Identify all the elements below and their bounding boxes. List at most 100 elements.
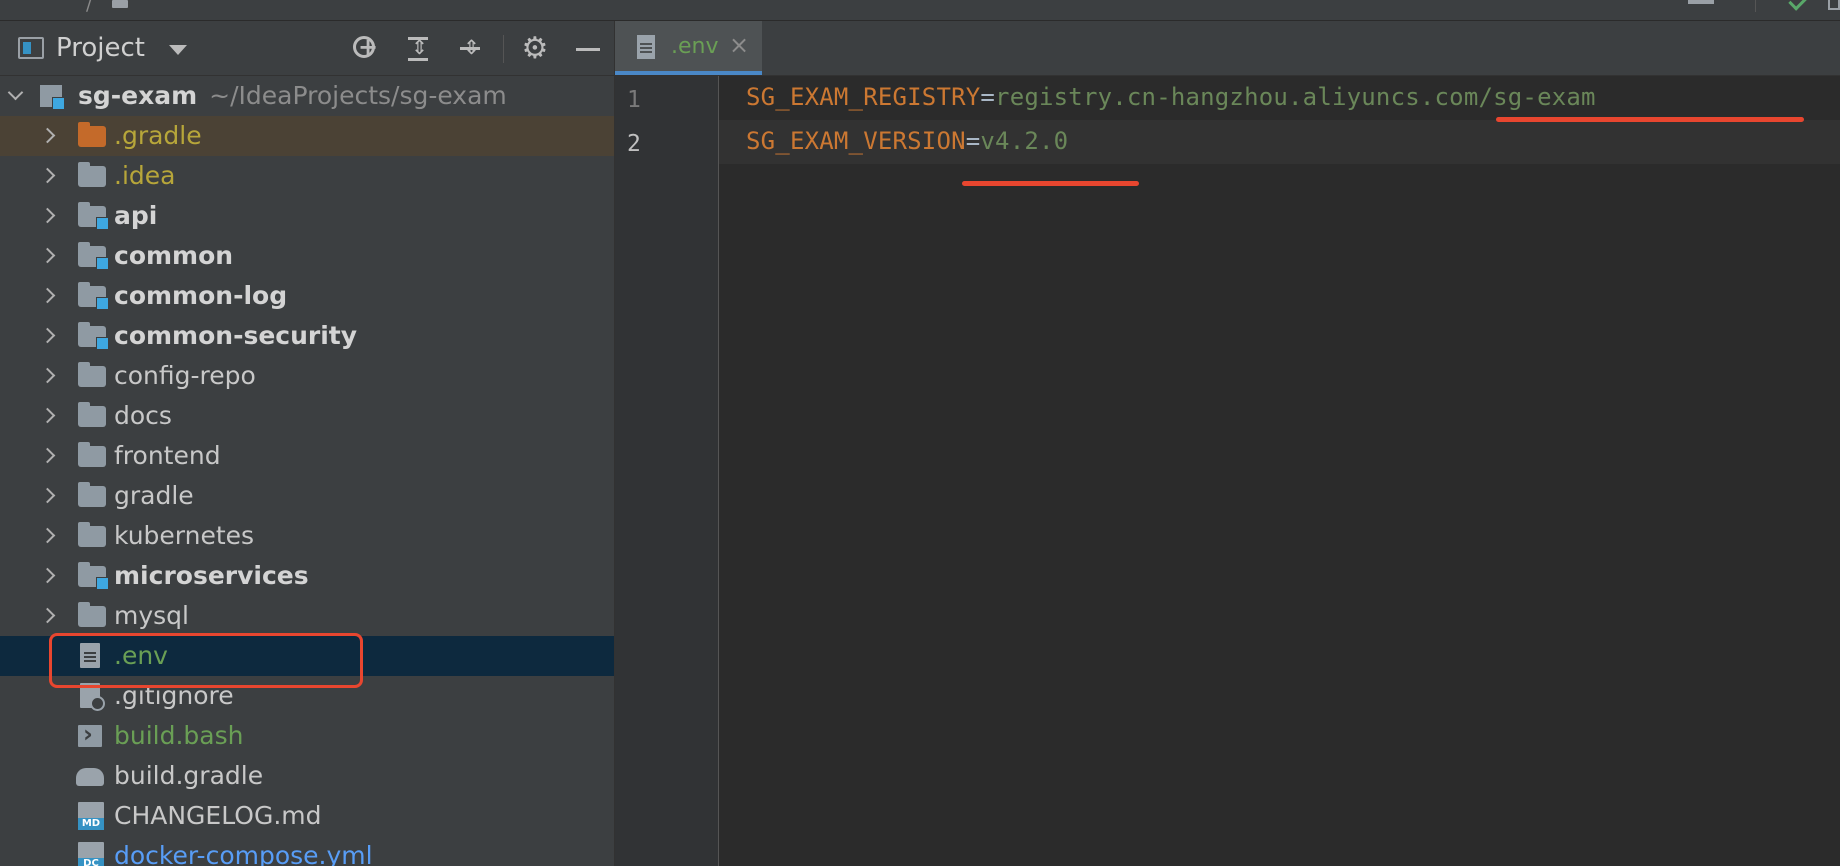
editor-tab-bar: .env × xyxy=(615,21,1840,76)
tree-item-gradle[interactable]: gradle xyxy=(0,476,614,516)
tree-item-label: kubernetes xyxy=(114,521,255,550)
tree-item-label: build.bash xyxy=(114,721,244,750)
tree-item-common-security[interactable]: common-security xyxy=(0,316,614,356)
tree-item-label: common-security xyxy=(114,321,358,350)
tree-item-label: .idea xyxy=(114,161,176,190)
annotation-underline xyxy=(962,181,1139,186)
tree-item-docker-compose[interactable]: docker-compose.yml xyxy=(0,836,614,866)
tree-item-frontend[interactable]: frontend xyxy=(0,436,614,476)
tree-item-label: docs xyxy=(114,401,172,430)
tab-env[interactable]: .env × xyxy=(615,21,762,75)
chevron-right-icon[interactable] xyxy=(39,247,56,264)
close-icon[interactable]: × xyxy=(729,31,749,59)
header-divider xyxy=(503,35,504,63)
tree-item-label: frontend xyxy=(114,441,221,470)
env-key: SG_EXAM_VERSION xyxy=(746,127,966,155)
code-line-2[interactable]: SG_EXAM_VERSION=v4.2.0 xyxy=(746,127,1068,155)
gradle-elephant-icon xyxy=(76,768,104,786)
module-folder-icon xyxy=(78,562,109,590)
tree-root-sg-exam[interactable]: sg-exam ~/IdeaProjects/sg-exam xyxy=(0,76,614,116)
tree-item-common[interactable]: common xyxy=(0,236,614,276)
chevron-right-icon[interactable] xyxy=(39,447,56,464)
gear-icon[interactable]: ⚙ xyxy=(518,32,552,66)
line-number-gutter: 1 2 xyxy=(615,76,719,866)
tree-item-label: .gradle xyxy=(114,121,202,150)
env-equals: = xyxy=(980,83,996,111)
tree-item-label: config-repo xyxy=(114,361,256,390)
tree-item-microservices[interactable]: microservices xyxy=(0,556,614,596)
chevron-down-icon[interactable] xyxy=(7,84,24,101)
project-panel-title[interactable]: Project xyxy=(56,33,145,63)
ignore-file-icon xyxy=(80,683,105,711)
folder-icon xyxy=(78,602,106,627)
project-panel-header: Project ⇕ ⇕ ⚙ xyxy=(0,21,614,76)
annotation-underline xyxy=(1496,117,1804,122)
tree-item-label: CHANGELOG.md xyxy=(114,801,322,830)
folder-icon xyxy=(78,402,106,427)
tab-label: .env xyxy=(671,34,719,59)
breadcrumb-file-icon[interactable] xyxy=(112,0,128,8)
project-tree: sg-exam ~/IdeaProjects/sg-exam .gradle .i… xyxy=(0,76,614,866)
chevron-right-icon[interactable] xyxy=(39,327,56,344)
markdown-file-icon xyxy=(78,802,104,830)
tree-item-common-log[interactable]: common-log xyxy=(0,276,614,316)
tree-item-changelog[interactable]: CHANGELOG.md xyxy=(0,796,614,836)
chevron-right-icon[interactable] xyxy=(39,567,56,584)
tree-item-label: common-log xyxy=(114,281,288,310)
commit-check-icon[interactable] xyxy=(1788,0,1807,11)
chevron-right-icon[interactable] xyxy=(39,127,56,144)
env-value: v4.2.0 xyxy=(980,127,1069,155)
locate-file-icon[interactable] xyxy=(349,32,383,66)
project-view-icon xyxy=(18,37,44,59)
chevron-right-icon[interactable] xyxy=(39,287,56,304)
chevron-right-icon[interactable] xyxy=(39,607,56,624)
line-number: 2 xyxy=(627,131,641,157)
tree-item-label: common xyxy=(114,241,234,270)
root-label: sg-exam ~/IdeaProjects/sg-exam xyxy=(78,81,507,110)
editor-area: .env × 1 2 SG_EXAM_REGISTRY=registry.cn-… xyxy=(615,21,1840,866)
tree-item-idea[interactable]: .idea xyxy=(0,156,614,196)
script-file-icon xyxy=(78,714,102,754)
tree-item-label: gradle xyxy=(114,481,194,510)
hide-panel-icon[interactable] xyxy=(570,32,604,66)
module-folder-icon xyxy=(78,202,109,230)
module-folder-icon xyxy=(78,322,109,350)
env-key: SG_EXAM_REGISTRY xyxy=(746,83,981,111)
tree-item-kubernetes[interactable]: kubernetes xyxy=(0,516,614,556)
root-path: ~/IdeaProjects/sg-exam xyxy=(209,81,507,110)
chevron-right-icon[interactable] xyxy=(39,487,56,504)
toolbar-minimize-icon[interactable] xyxy=(1688,0,1714,4)
main-toolbar: / xyxy=(0,0,1840,21)
tree-item-label: microservices xyxy=(114,561,309,590)
project-tool-window: Project ⇕ ⇕ ⚙ sg-exam~/IdeaProjects/sg-e… xyxy=(0,21,615,866)
tree-item-env[interactable]: .env xyxy=(0,636,614,676)
chevron-right-icon[interactable] xyxy=(39,167,56,184)
text-file-icon xyxy=(80,643,100,668)
tree-item-build-gradle[interactable]: build.gradle xyxy=(0,756,614,796)
code-line-1[interactable]: SG_EXAM_REGISTRY=registry.cn-hangzhou.al… xyxy=(746,83,1596,111)
chevron-down-icon[interactable] xyxy=(169,45,187,55)
env-value: registry.cn-hangzhou.aliyuncs.com/sg-exa… xyxy=(995,83,1596,111)
folder-icon xyxy=(78,362,106,387)
toolbar-window-icon[interactable] xyxy=(1828,0,1840,10)
chevron-right-icon[interactable] xyxy=(39,207,56,224)
tree-item-mysql[interactable]: mysql xyxy=(0,596,614,636)
tree-item-label: api xyxy=(114,201,158,230)
module-folder-icon xyxy=(78,282,109,310)
tree-item-gitignore[interactable]: .gitignore xyxy=(0,676,614,716)
chevron-right-icon[interactable] xyxy=(39,367,56,384)
folder-icon xyxy=(78,162,106,187)
tree-item-api[interactable]: api xyxy=(0,196,614,236)
tree-item-docs[interactable]: docs xyxy=(0,396,614,436)
chevron-right-icon[interactable] xyxy=(39,527,56,544)
tree-item-build-bash[interactable]: build.bash xyxy=(0,714,614,756)
env-equals: = xyxy=(965,127,981,155)
tree-item-label: build.gradle xyxy=(114,761,264,790)
chevron-right-icon[interactable] xyxy=(39,407,56,424)
tree-item-config-repo[interactable]: config-repo xyxy=(0,356,614,396)
expand-all-icon[interactable]: ⇕ xyxy=(401,32,435,66)
tree-item-gradle-cache[interactable]: .gradle xyxy=(0,116,614,156)
code-editor[interactable]: SG_EXAM_REGISTRY=registry.cn-hangzhou.al… xyxy=(719,76,1840,866)
collapse-all-icon[interactable]: ⇕ xyxy=(453,32,487,66)
tree-item-label: mysql xyxy=(114,601,189,630)
